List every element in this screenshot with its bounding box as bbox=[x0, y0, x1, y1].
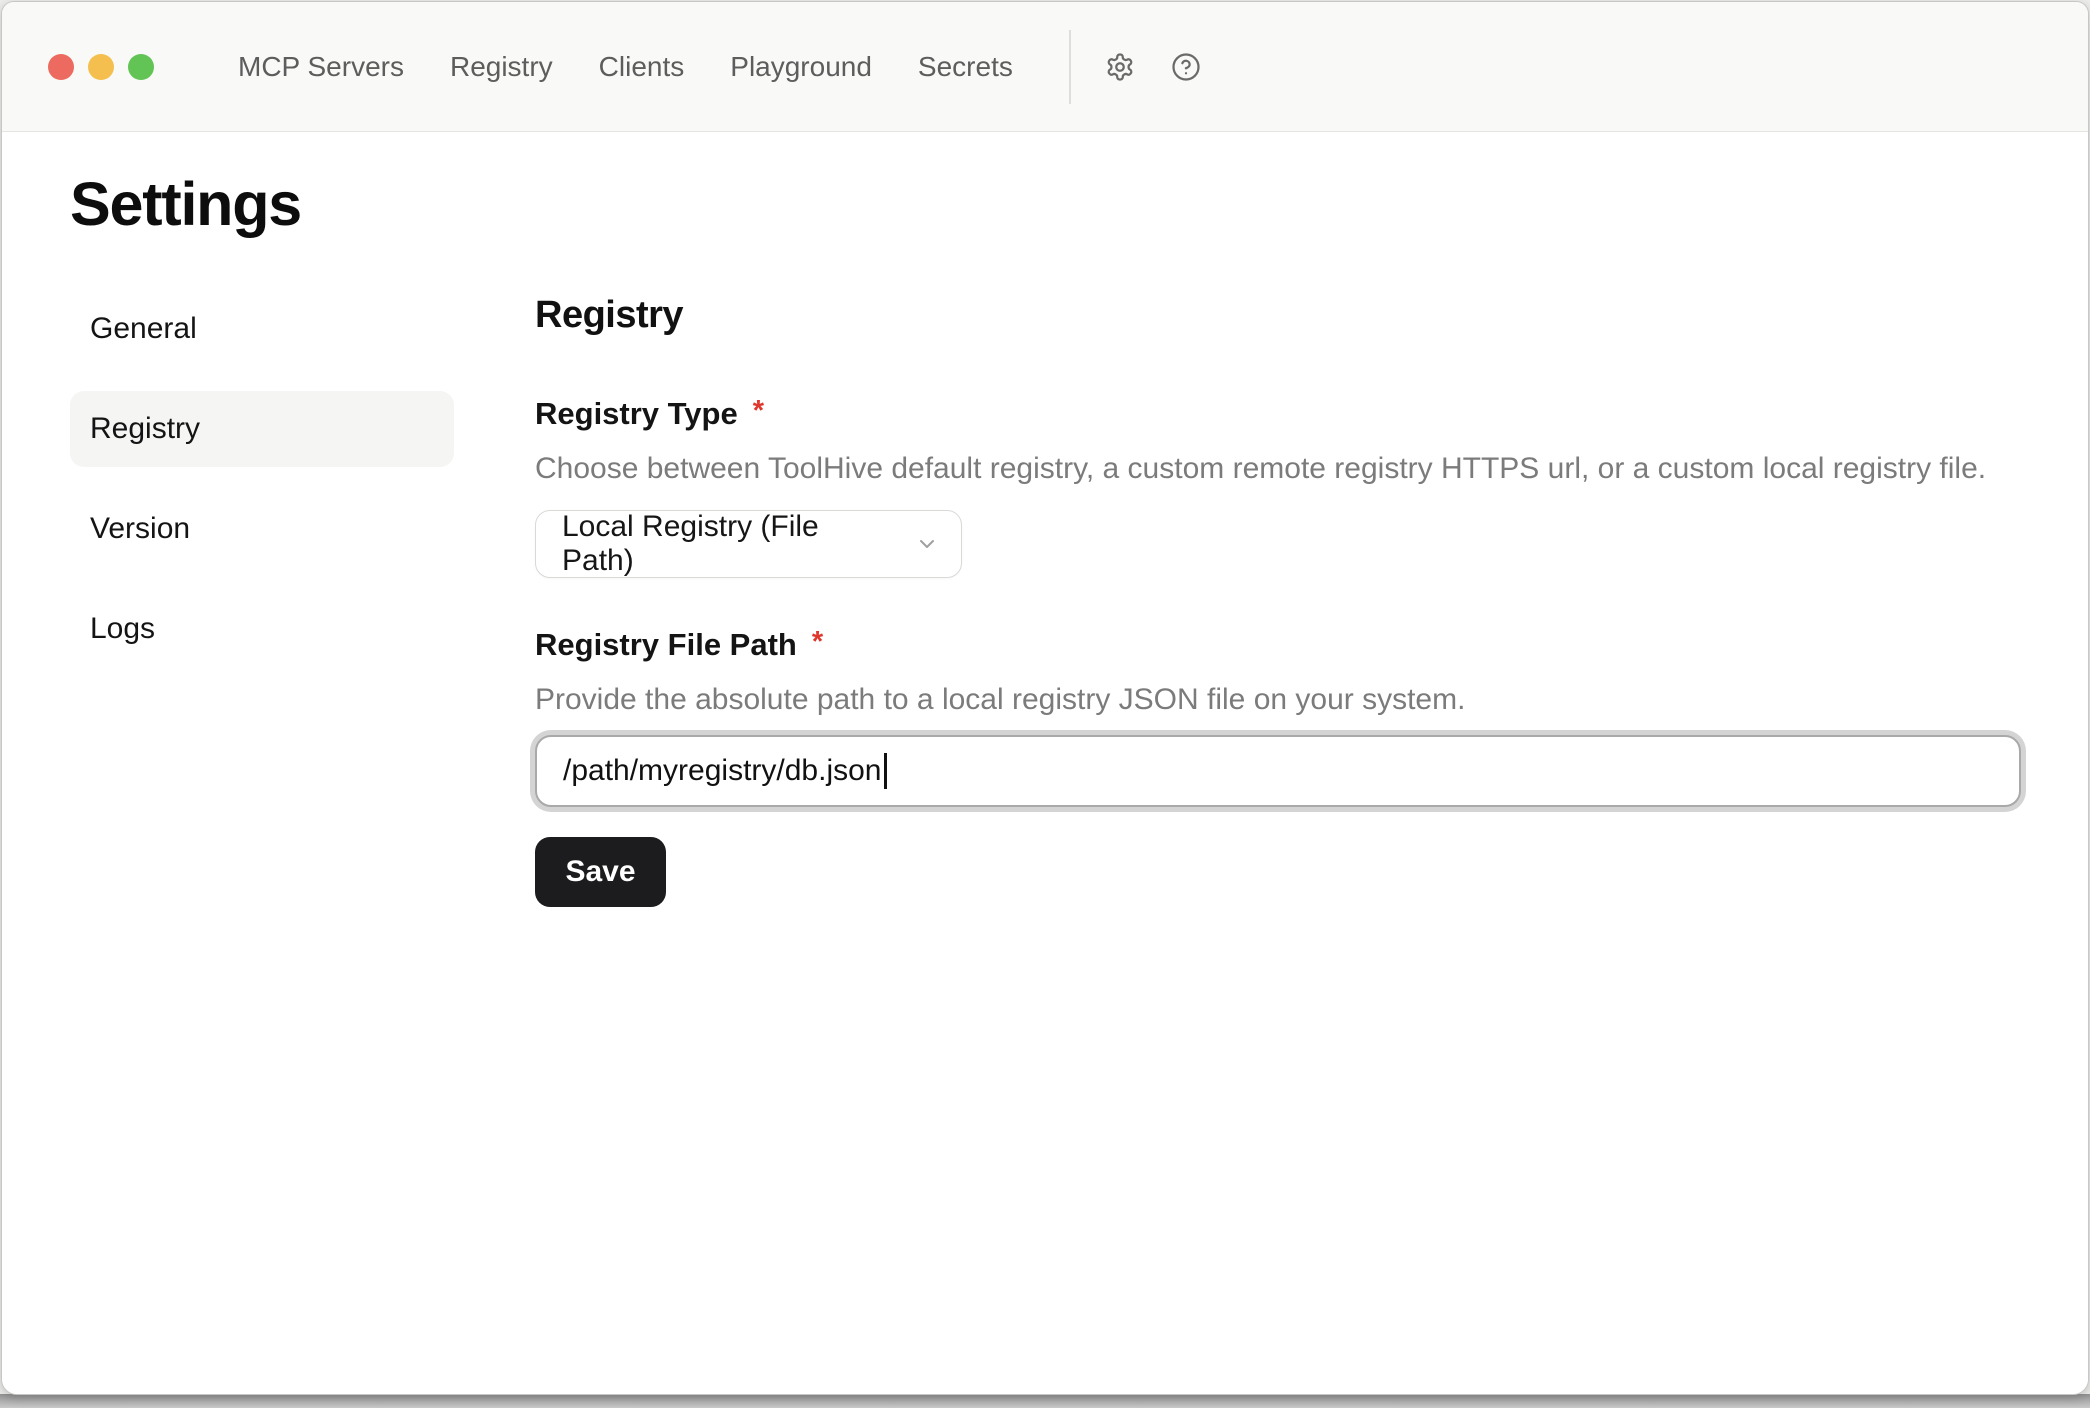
sidebar-item-version[interactable]: Version bbox=[70, 491, 454, 567]
registry-file-path-label-text: Registry File Path bbox=[535, 626, 797, 663]
registry-file-path-value: /path/myregistry/db.json bbox=[563, 754, 881, 788]
app-window: MCP Servers Registry Clients Playground … bbox=[1, 1, 2089, 1395]
registry-file-path-input[interactable]: /path/myregistry/db.json bbox=[535, 735, 2021, 807]
titlebar: MCP Servers Registry Clients Playground … bbox=[2, 2, 2088, 132]
registry-file-path-description: Provide the absolute path to a local reg… bbox=[535, 681, 2021, 719]
page-title: Settings bbox=[70, 168, 2021, 241]
main-content: Settings General Registry Version Logs R… bbox=[2, 132, 2088, 1394]
registry-file-path-label: Registry File Path * bbox=[535, 626, 2021, 663]
text-caret bbox=[884, 753, 887, 789]
zoom-window-button[interactable] bbox=[128, 54, 154, 80]
registry-type-select[interactable]: Local Registry (File Path) bbox=[535, 510, 962, 578]
desktop-background bbox=[0, 1394, 2090, 1408]
settings-gear-button[interactable] bbox=[1105, 52, 1135, 82]
nav-item-registry[interactable]: Registry bbox=[450, 53, 553, 81]
window-controls bbox=[48, 54, 154, 80]
nav-item-clients[interactable]: Clients bbox=[599, 53, 685, 81]
settings-sidebar: General Registry Version Logs bbox=[70, 291, 454, 691]
registry-type-selected-value: Local Registry (File Path) bbox=[562, 510, 897, 578]
nav-item-playground[interactable]: Playground bbox=[730, 53, 872, 81]
sidebar-item-registry[interactable]: Registry bbox=[70, 391, 454, 467]
nav-divider bbox=[1069, 30, 1071, 104]
settings-gear-icon bbox=[1105, 52, 1135, 82]
top-nav: MCP Servers Registry Clients Playground … bbox=[238, 53, 1013, 81]
registry-type-description: Choose between ToolHive default registry… bbox=[535, 450, 2021, 488]
registry-type-label-text: Registry Type bbox=[535, 395, 738, 432]
help-circle-icon bbox=[1171, 52, 1201, 82]
sidebar-item-logs[interactable]: Logs bbox=[70, 591, 454, 667]
required-asterisk: * bbox=[753, 394, 764, 429]
nav-item-mcp-servers[interactable]: MCP Servers bbox=[238, 53, 404, 81]
registry-type-label: Registry Type * bbox=[535, 395, 2021, 432]
help-button[interactable] bbox=[1171, 52, 1201, 82]
sidebar-item-general[interactable]: General bbox=[70, 291, 454, 367]
close-window-button[interactable] bbox=[48, 54, 74, 80]
required-asterisk: * bbox=[812, 625, 823, 660]
registry-settings-panel: Registry Registry Type * Choose between … bbox=[535, 291, 2021, 906]
save-button[interactable]: Save bbox=[535, 837, 666, 907]
section-title: Registry bbox=[535, 294, 2021, 337]
chevron-down-icon bbox=[897, 532, 939, 556]
minimize-window-button[interactable] bbox=[88, 54, 114, 80]
nav-item-secrets[interactable]: Secrets bbox=[918, 53, 1013, 81]
